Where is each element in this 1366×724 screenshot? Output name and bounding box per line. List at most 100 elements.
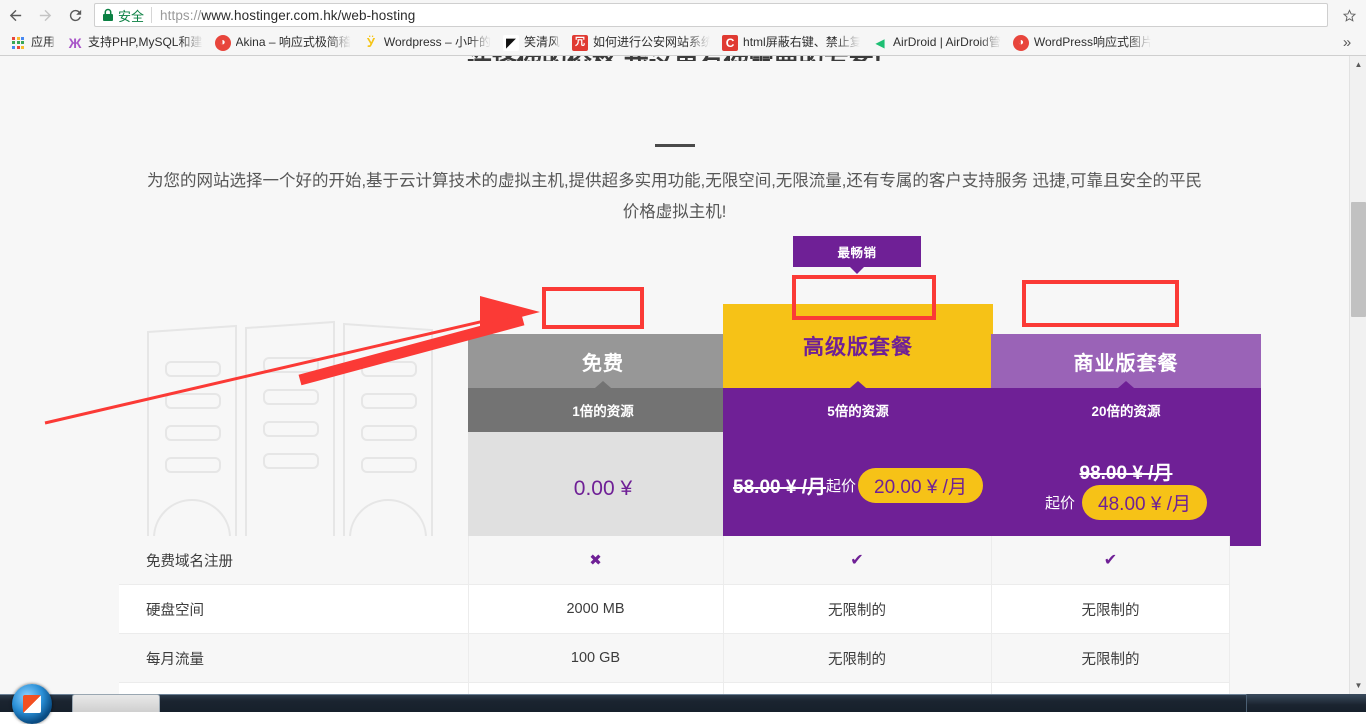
lock-icon <box>102 8 114 22</box>
plan-column-business[interactable]: 商业版套餐 20倍的资源 98.00 ¥ /月 起价 48.00 ¥ /月 <box>991 334 1261 546</box>
price-value: 0.00 ¥ <box>574 477 632 501</box>
taskbar-window-button[interactable] <box>72 694 160 712</box>
bookmark-label: 笑清风 <box>524 32 560 53</box>
star-icon <box>1342 8 1357 23</box>
back-arrow-icon <box>7 7 24 24</box>
wordpress-glyph: Ӱ <box>363 35 379 51</box>
page-scrollbar[interactable]: ▲ ▼ <box>1349 56 1366 694</box>
plan-price-free: 0.00 ¥ <box>468 432 738 546</box>
url-host: www.hostinger.com.hk <box>201 8 337 23</box>
bookmark-apps[interactable]: 应用 <box>5 32 60 53</box>
feature-value-business: 无限制的 <box>991 648 1230 669</box>
price-value: 20.00 ¥ /月 <box>858 468 983 503</box>
bookmark-label: AirDroid | AirDroid管 <box>893 32 1001 53</box>
table-row: 每月流量 100 GB 无限制的 无限制的 <box>119 634 1230 683</box>
price-value: 48.00 ¥ /月 <box>1082 485 1207 520</box>
c-icon: C <box>722 35 738 51</box>
bookmark-akina[interactable]: ◑ Akina – 响应式极简稽 <box>210 32 356 53</box>
bookmark-wordpress-responsive[interactable]: ◑ WordPress响应式图片 <box>1008 32 1156 53</box>
feature-value-free: ✖ <box>468 551 723 569</box>
secure-label: 安全 <box>118 6 144 25</box>
from-label: 起价 <box>1045 492 1075 513</box>
plan-name-premium: 高级版套餐 <box>723 304 993 388</box>
forward-button[interactable] <box>30 0 60 30</box>
table-row: 硬盘空间 2000 MB 无限制的 无限制的 <box>119 585 1230 634</box>
column-separator <box>723 536 724 694</box>
bookmark-wordpress[interactable]: Ӱ Wordpress – 小叶的 <box>358 32 496 53</box>
bookmarks-overflow-button[interactable]: » <box>1338 33 1356 51</box>
column-separator <box>991 536 992 694</box>
plan-column-premium[interactable]: 高级版套餐 5倍的资源 58.00 ¥ /月 起价 20.00 ¥ /月 <box>723 304 993 538</box>
bookmark-label: WordPress响应式图片 <box>1034 32 1151 53</box>
c-glyph: C <box>722 35 738 51</box>
scrollbar-up-button[interactable]: ▲ <box>1350 56 1366 73</box>
windows-logo-icon <box>24 695 41 712</box>
reload-button[interactable] <box>60 0 90 30</box>
url-text: https://www.hostinger.com.hk/web-hosting <box>160 8 415 23</box>
apps-grid-icon <box>10 35 26 51</box>
bookmark-html-block[interactable]: C html屏蔽右键、禁止复 <box>717 32 865 53</box>
address-bar[interactable]: 安全 https://www.hostinger.com.hk/web-host… <box>94 3 1328 27</box>
plan-resource-business: 20倍的资源 <box>991 388 1261 432</box>
bookmark-star-button[interactable] <box>1336 2 1362 28</box>
from-label: 起价 <box>826 475 856 496</box>
reload-icon <box>67 7 84 24</box>
scrollbar-down-button[interactable]: ▼ <box>1350 677 1366 694</box>
airdroid-glyph: ◀ <box>872 35 888 51</box>
feature-value-free: 100 GB <box>468 650 723 666</box>
table-row: 网站数量 1 无限制的 无限制的 <box>119 683 1230 694</box>
start-button[interactable] <box>12 684 52 724</box>
bestseller-badge: 最畅销 <box>793 236 921 267</box>
page-title: 选择你的价格,我这里有你需要的方案! <box>0 56 1349 61</box>
plan-name-free: 免费 <box>468 334 738 388</box>
feature-value-business: 无限制的 <box>991 599 1230 620</box>
bookmark-label: Wordpress – 小叶的 <box>384 32 491 53</box>
browser-toolbar: 安全 https://www.hostinger.com.hk/web-host… <box>0 0 1366 30</box>
bookmark-label: html屏蔽右键、禁止复 <box>743 32 860 53</box>
bookmark-php-mysql[interactable]: Ж 支持PHP,MySQL和建 <box>62 32 207 53</box>
column-separator <box>1229 536 1230 694</box>
scrollbar-thumb[interactable] <box>1351 202 1366 317</box>
system-tray[interactable] <box>1246 694 1366 712</box>
back-button[interactable] <box>0 0 30 30</box>
feature-value-business: ✔ <box>991 550 1230 570</box>
windows-taskbar <box>0 694 1366 712</box>
gov-icon: 冗 <box>572 35 588 51</box>
url-path: /web-hosting <box>338 8 416 23</box>
feature-value-premium: 无限制的 <box>723 599 991 620</box>
xiaoqingfeng-icon: ◤ <box>503 35 519 51</box>
xiaoqingfeng-glyph: ◤ <box>503 35 519 51</box>
wordpress-red-glyph: ◑ <box>1013 35 1029 51</box>
feature-name: 免费域名注册 <box>119 550 468 571</box>
php-icon: Ж <box>67 35 83 51</box>
page-viewport: 选择你的价格,我这里有你需要的方案! 为您的网站选择一个好的开始,基于云计算技术… <box>0 56 1349 694</box>
plan-resource-free: 1倍的资源 <box>468 388 738 432</box>
old-price: 98.00 ¥ /月 <box>1080 458 1173 485</box>
bookmark-gov-site[interactable]: 冗 如何进行公安网站系统 <box>567 32 715 53</box>
airdroid-icon: ◀ <box>872 35 888 51</box>
bookmark-label: Akina – 响应式极简稽 <box>236 32 351 53</box>
akina-icon: ◑ <box>215 35 231 51</box>
column-separator <box>468 536 469 694</box>
akina-glyph: ◑ <box>215 35 231 51</box>
bookmark-label: 应用 <box>31 32 55 53</box>
feature-name: 每月流量 <box>119 648 468 669</box>
wordpress-red-icon: ◑ <box>1013 35 1029 51</box>
bookmarks-bar: 应用 Ж 支持PHP,MySQL和建 ◑ Akina – 响应式极简稽 Ӱ Wo… <box>0 30 1366 55</box>
table-row: 免费域名注册 ✖ ✔ ✔ <box>119 536 1230 585</box>
feature-value-free: 2000 MB <box>468 601 723 617</box>
url-scheme: https:// <box>160 8 201 23</box>
bookmark-airdroid[interactable]: ◀ AirDroid | AirDroid管 <box>867 32 1006 53</box>
feature-comparison-table: 免费域名注册 ✖ ✔ ✔ 硬盘空间 2000 MB 无限制的 无限制的 每月流量… <box>119 536 1230 694</box>
wordpress-yellow-icon: Ӱ <box>363 35 379 51</box>
browser-chrome: 安全 https://www.hostinger.com.hk/web-host… <box>0 0 1366 56</box>
plan-price-business: 98.00 ¥ /月 起价 48.00 ¥ /月 <box>991 432 1261 546</box>
plan-column-free[interactable]: 免费 1倍的资源 0.00 ¥ <box>468 334 738 546</box>
page-subtitle: 为您的网站选择一个好的开始,基于云计算技术的虚拟主机,提供超多实用功能,无限空间… <box>145 166 1205 228</box>
feature-value-premium: ✔ <box>723 550 991 570</box>
feature-value-premium: 无限制的 <box>723 648 991 669</box>
plan-name-business: 商业版套餐 <box>991 334 1261 388</box>
bookmark-label: 如何进行公安网站系统 <box>593 32 710 53</box>
bookmark-xiaoqingfeng[interactable]: ◤ 笑清风 <box>498 32 565 53</box>
php-glyph: Ж <box>67 35 83 51</box>
